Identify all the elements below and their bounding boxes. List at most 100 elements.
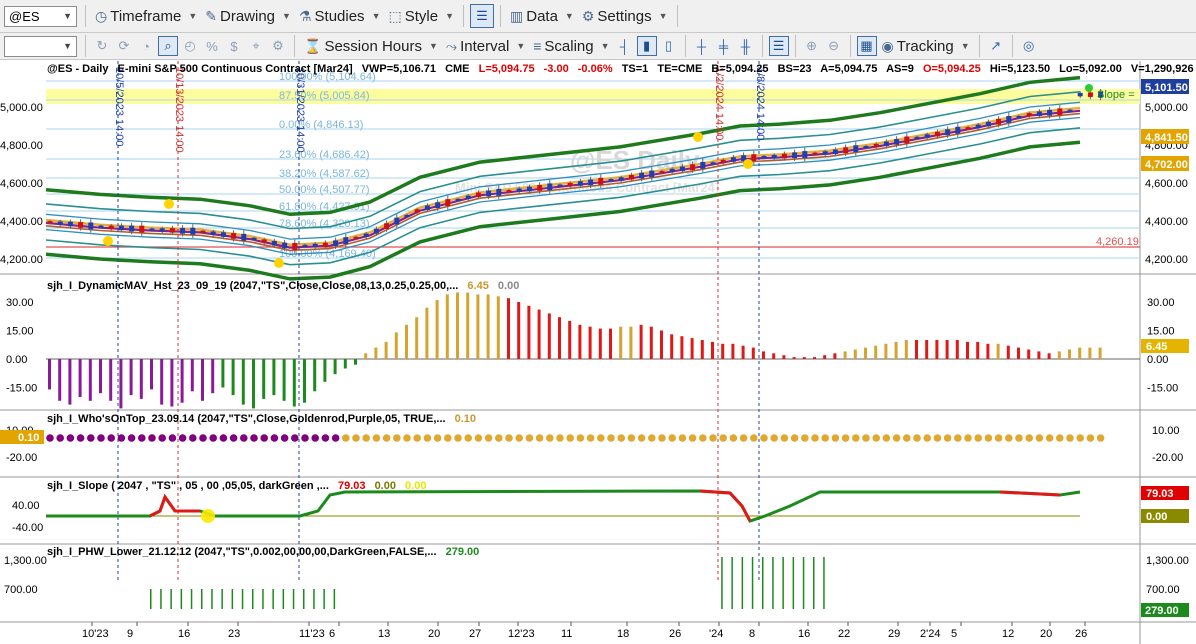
histogram-bar (915, 340, 918, 359)
candle-body (343, 237, 349, 245)
histogram-bar (1027, 349, 1031, 359)
data-button[interactable]: ▥ Data ▼ (506, 8, 578, 25)
bars-icon[interactable]: ┼ (692, 36, 712, 56)
style-button[interactable]: ⬚ Style ▼ (384, 8, 458, 25)
candle-body (261, 239, 267, 243)
last-price-badge-text: 5,101.50 (1145, 82, 1188, 94)
grid-icon[interactable]: ▦ (856, 36, 877, 56)
top-dot (648, 434, 656, 442)
trend-icon[interactable]: ↗ (986, 36, 1006, 56)
interval-combo[interactable]: ▼ (4, 35, 77, 57)
interval-button[interactable]: ⤳ Interval ▼ (442, 38, 529, 55)
top-dot (811, 434, 819, 442)
top-dot (260, 434, 269, 442)
phw-bar (772, 557, 774, 609)
top-dot (423, 434, 432, 442)
histogram-bar (598, 328, 602, 359)
fib-label: 38.20% (4,587.62) (279, 168, 370, 180)
session-hours-button[interactable]: ⌛ Session Hours ▼ (300, 38, 442, 55)
histogram-bar (670, 334, 674, 359)
date-line-label: 10/31/2023 14:00 (294, 67, 306, 153)
orange-band-badge-text: 4,702.00 (1145, 159, 1188, 171)
chart-area[interactable]: 100.00% (5,104.64)87.50% (5,005.84)0.00%… (0, 61, 1196, 644)
top-dot (1025, 434, 1033, 442)
histogram-bar (303, 359, 306, 403)
candle-body (149, 228, 155, 231)
histogram-bar (731, 343, 735, 359)
refresh-icon[interactable]: ↻ (92, 36, 112, 56)
candle-body (883, 141, 889, 147)
top-dot (780, 434, 789, 442)
hist-tick-label-left: 30.00 (6, 297, 34, 309)
histogram-bar (88, 359, 92, 401)
refresh-all-icon[interactable]: ⟳ (114, 36, 134, 56)
candle-body (98, 225, 104, 228)
top-dot (1086, 434, 1095, 442)
dollar-icon[interactable]: $ (224, 36, 244, 56)
separator (978, 35, 980, 57)
top-dot (178, 434, 187, 442)
candle-body (108, 225, 114, 230)
date-line-label: 10/13/2023 14:00 (173, 67, 185, 153)
bars-alt-icon[interactable]: ╪ (714, 36, 734, 56)
gauge-icon[interactable]: ◴ (180, 36, 200, 56)
top-dot (107, 434, 115, 442)
scaling-button[interactable]: ≡ Scaling ▼ (529, 38, 613, 55)
candlestick-icon[interactable]: ▮ (636, 36, 657, 56)
eye-icon[interactable]: ◎ (1019, 36, 1039, 56)
histogram-bar (364, 353, 368, 359)
zoom-in-icon[interactable]: ⊕ (802, 36, 822, 56)
symbol-combo[interactable]: @ES ▼ (4, 5, 77, 27)
x-tick-label: 11'23 (299, 628, 325, 640)
top-dot (342, 434, 350, 442)
chevron-down-icon: ▼ (63, 11, 72, 21)
hollow-candle-icon[interactable]: ▯ (659, 36, 679, 56)
top-dot (872, 434, 880, 442)
speedometer-icon[interactable]: ◔ (136, 36, 156, 56)
candle-body (1016, 115, 1022, 119)
panes-icon[interactable]: ☰ (768, 36, 789, 56)
histogram-bar (894, 341, 898, 359)
x-tick-label: 27 (469, 628, 481, 640)
top-dot (495, 434, 503, 442)
drawing-button[interactable]: ✎ Drawing ▼ (201, 8, 295, 25)
studies-button[interactable]: ⚗ Studies ▼ (295, 8, 385, 25)
chevron-down-icon: ▼ (658, 11, 668, 21)
top-dot (311, 434, 320, 442)
fib-label: 23.60% (4,686.42) (279, 149, 370, 161)
candle-body (282, 242, 288, 249)
histogram-bar (68, 359, 72, 405)
tracking-button[interactable]: ◉ Tracking ▼ (878, 38, 974, 55)
phw-bar (160, 589, 162, 609)
top-dot (627, 434, 636, 442)
pin-icon[interactable]: ⌖ (246, 36, 266, 56)
gear-icon[interactable]: ⚙ (268, 36, 288, 56)
candle-body (965, 127, 971, 130)
histogram-bar (129, 359, 133, 396)
histogram-bar (292, 359, 296, 407)
header-symbol: @ES - Daily (47, 63, 109, 75)
top-dot (617, 434, 625, 442)
x-tick-label: 26 (1075, 628, 1087, 640)
slope-value-2: 0.00 (375, 480, 396, 492)
top-dot (943, 434, 952, 442)
top-dot (382, 434, 391, 442)
x-tick-label: 8 (749, 628, 755, 640)
magnifier-icon[interactable]: ⌕ (158, 36, 178, 56)
ohlc-bar-icon[interactable]: ┤ (615, 36, 635, 56)
phw-bar (262, 589, 264, 609)
candle-body (1047, 109, 1053, 116)
slope-marker (201, 509, 215, 523)
timeframe-button[interactable]: ◷ Timeframe ▼ (91, 8, 201, 25)
candle-body (577, 181, 583, 186)
layout-icon[interactable]: ☰ (470, 4, 494, 28)
percent-icon[interactable]: % (202, 36, 222, 56)
candle-body (169, 228, 175, 233)
candle-body (251, 237, 257, 241)
top-dot (127, 434, 136, 442)
settings-button[interactable]: ⚙ Settings ▼ (578, 8, 672, 25)
price-tick-label: 4,800.00 (0, 140, 43, 152)
bars-wide-icon[interactable]: ╫ (736, 36, 756, 56)
zoom-out-icon[interactable]: ⊖ (824, 36, 844, 56)
phw-bar (731, 557, 733, 609)
